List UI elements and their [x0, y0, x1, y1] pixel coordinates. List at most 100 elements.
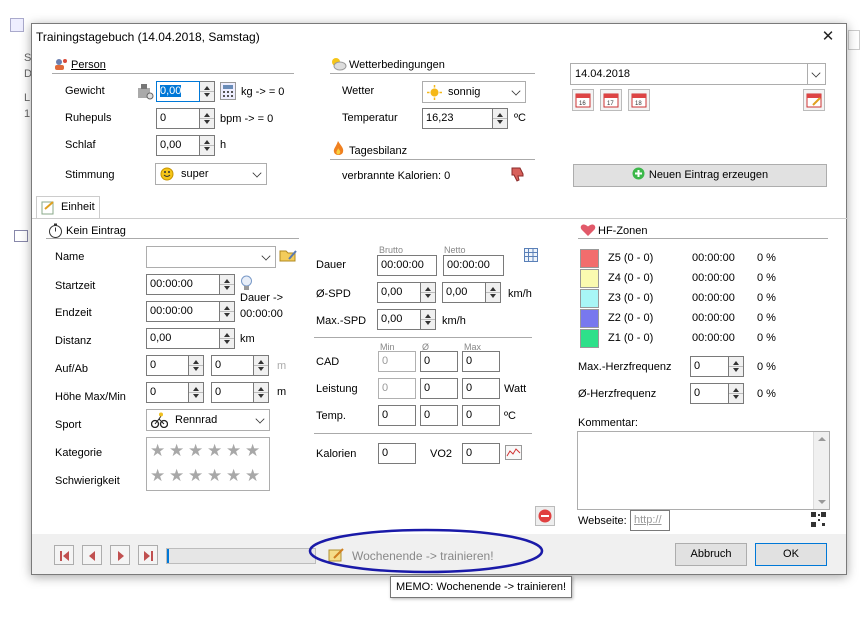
tab-einheit[interactable]: Einheit: [36, 196, 100, 218]
next-record-button[interactable]: [110, 545, 130, 565]
hf-zone-time: 00:00:00: [692, 332, 735, 344]
gewicht-spinner[interactable]: [200, 81, 215, 102]
dauer-netto-input[interactable]: 00:00:00: [443, 255, 504, 276]
kategorie-star-icon[interactable]: ★: [226, 442, 243, 459]
cancel-label: Abbruch: [690, 548, 732, 560]
tab-einheit-label: Einheit: [61, 201, 95, 213]
endzeit-input[interactable]: 00:00:00: [146, 301, 220, 322]
hoehe-min-spinner[interactable]: [254, 382, 269, 403]
kategorie-star-icon[interactable]: ★: [207, 442, 224, 459]
folder-edit-icon[interactable]: [279, 246, 297, 264]
max-hf-input[interactable]: 0: [690, 356, 729, 377]
sport-dropdown[interactable]: Rennrad: [146, 409, 270, 431]
lightbulb-icon[interactable]: [240, 275, 253, 292]
schwierigkeit-star-icon[interactable]: ★: [226, 467, 243, 484]
auf-spinner[interactable]: [189, 355, 204, 376]
schwierigkeit-star-icon[interactable]: ★: [207, 467, 224, 484]
kategorie-star-icon[interactable]: ★: [169, 442, 186, 459]
kalorien-text: verbrannte Kalorien: 0: [342, 170, 451, 182]
schlaf-input[interactable]: 0,00: [156, 135, 200, 156]
close-button[interactable]: ✕: [818, 27, 838, 47]
spd-brutto-spinner[interactable]: [421, 282, 436, 303]
endzeit-spinner[interactable]: [220, 301, 235, 322]
first-record-button[interactable]: [54, 545, 74, 565]
maxspd-spinner[interactable]: [421, 309, 436, 330]
scroll-up-icon[interactable]: [818, 437, 826, 441]
ab-spinner[interactable]: [254, 355, 269, 376]
calendar-today-button[interactable]: 17: [600, 89, 622, 111]
thumbs-down-icon[interactable]: [510, 166, 526, 182]
temperatur-spinner[interactable]: [493, 108, 508, 129]
dauer-brutto-input[interactable]: 00:00:00: [377, 255, 437, 276]
spd-brutto-input[interactable]: 0,00: [377, 282, 421, 303]
leistung-min-input[interactable]: 0: [378, 378, 416, 399]
wetter-dropdown[interactable]: sonnig: [422, 81, 526, 103]
avg-hf-input[interactable]: 0: [690, 383, 729, 404]
cancel-button[interactable]: Abbruch: [675, 543, 747, 566]
tagesbilanz-section-title: Tagesbilanz: [349, 145, 408, 157]
chevron-down-icon: [261, 251, 271, 261]
auf-input[interactable]: 0: [146, 355, 189, 376]
webseite-input[interactable]: http://: [630, 510, 670, 531]
calendar-prev-button[interactable]: 16: [572, 89, 594, 111]
temperatur-unit: ºC: [514, 112, 526, 124]
brutto-header: Brutto: [379, 245, 404, 255]
kategorie-star-icon[interactable]: ★: [188, 442, 205, 459]
spd-netto-spinner[interactable]: [486, 282, 501, 303]
cad-max-input[interactable]: 0: [462, 351, 500, 372]
calculator-icon[interactable]: [220, 82, 236, 100]
ruhepuls-input[interactable]: 0: [156, 108, 200, 129]
schwierigkeit-star-icon[interactable]: ★: [188, 467, 205, 484]
hoehe-max-spinner[interactable]: [189, 382, 204, 403]
max-hf-spinner[interactable]: [729, 356, 744, 377]
kommentar-textarea[interactable]: [577, 431, 830, 510]
ab-input[interactable]: 0: [211, 355, 254, 376]
cad-avg-input[interactable]: 0: [420, 351, 458, 372]
vo2-input[interactable]: 0: [462, 443, 500, 464]
kategorie-star-icon[interactable]: ★: [150, 442, 167, 459]
cad-min-input[interactable]: 0: [378, 351, 416, 372]
kalorien-input[interactable]: 0: [378, 443, 416, 464]
startzeit-input[interactable]: 00:00:00: [146, 274, 220, 295]
spd-netto-input[interactable]: 0,00: [442, 282, 486, 303]
table-icon[interactable]: [524, 248, 538, 262]
leistung-avg-input[interactable]: 0: [420, 378, 458, 399]
maxspd-input[interactable]: 0,00: [377, 309, 421, 330]
divider: [52, 73, 294, 74]
stimmung-dropdown[interactable]: super: [155, 163, 267, 185]
schlaf-spinner[interactable]: [200, 135, 215, 156]
qr-code-icon[interactable]: [810, 511, 827, 528]
hoehe-max-input[interactable]: 0: [146, 382, 189, 403]
name-dropdown[interactable]: [146, 246, 276, 268]
kategorie-star-icon[interactable]: ★: [245, 442, 262, 459]
gewicht-input[interactable]: 0,00: [156, 81, 200, 102]
leistung-max-input[interactable]: 0: [462, 378, 500, 399]
temperatur-input[interactable]: 16,23: [422, 108, 493, 129]
new-entry-button[interactable]: Neuen Eintrag erzeugen: [573, 164, 827, 187]
distanz-spinner[interactable]: [220, 328, 235, 349]
calendar-next-button[interactable]: 18: [628, 89, 650, 111]
hoehe-min-input[interactable]: 0: [211, 382, 254, 403]
ok-button[interactable]: OK: [755, 543, 827, 566]
kommentar-scrollbar[interactable]: [813, 432, 829, 509]
avg-hf-spinner[interactable]: [729, 383, 744, 404]
name-label: Name: [55, 251, 85, 263]
delete-icon[interactable]: [535, 506, 555, 526]
schwierigkeit-star-icon[interactable]: ★: [150, 467, 167, 484]
ruhepuls-spinner[interactable]: [200, 108, 215, 129]
distanz-input[interactable]: 0,00: [146, 328, 220, 349]
date-dropdown-toggle[interactable]: [807, 64, 825, 84]
temp-min-input[interactable]: 0: [378, 405, 416, 426]
date-picker[interactable]: 14.04.2018: [570, 63, 826, 85]
schwierigkeit-star-icon[interactable]: ★: [245, 467, 262, 484]
startzeit-spinner[interactable]: [220, 274, 235, 295]
calendar-edit-button[interactable]: [803, 89, 825, 111]
gewicht-label: Gewicht: [65, 85, 105, 97]
scroll-down-icon[interactable]: [818, 500, 826, 504]
chart-icon[interactable]: [505, 445, 522, 460]
schwierigkeit-star-icon[interactable]: ★: [169, 467, 186, 484]
last-record-button[interactable]: [138, 545, 158, 565]
temp-max-input[interactable]: 0: [462, 405, 500, 426]
prev-record-button[interactable]: [82, 545, 102, 565]
temp-avg-input[interactable]: 0: [420, 405, 458, 426]
